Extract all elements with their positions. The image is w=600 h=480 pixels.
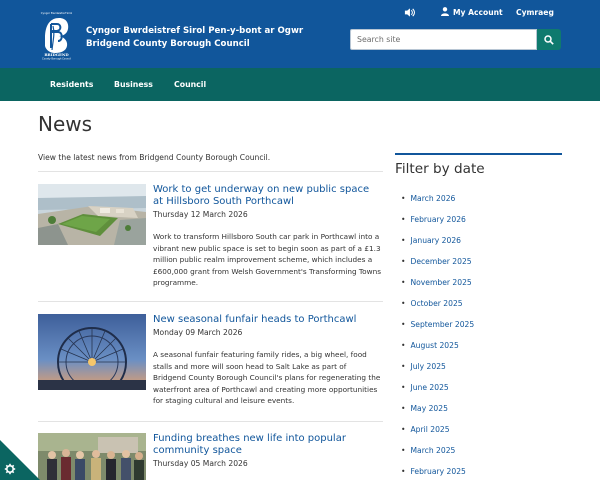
divider <box>38 301 383 302</box>
site-header: Cyngor Bwrdeistref Sirol BRIDGEND County… <box>0 0 600 68</box>
date-filter-item: August 2025 <box>401 335 474 356</box>
date-filter-link[interactable]: February 2025 <box>410 467 465 476</box>
date-filter-link[interactable]: January 2026 <box>410 236 461 245</box>
news-summary: A seasonal funfair featuring family ride… <box>153 350 381 405</box>
search-button[interactable] <box>537 29 561 50</box>
speaker-icon <box>404 8 415 17</box>
news-summary: Work to transform Hillsboro South car pa… <box>153 232 382 287</box>
date-filter-item: November 2025 <box>401 272 474 293</box>
main-navigation: Residents Business Council <box>0 68 600 101</box>
divider <box>38 171 383 172</box>
my-account-link[interactable]: My Account <box>441 7 503 19</box>
date-filter-item: April 2025 <box>401 419 474 440</box>
date-filter-item: October 2025 <box>401 293 474 314</box>
search-icon <box>544 34 554 45</box>
nav-business[interactable]: Business <box>114 68 153 101</box>
my-account-label: My Account <box>453 8 503 17</box>
date-filter-link[interactable]: November 2025 <box>410 278 471 287</box>
council-name-welsh: Cyngor Bwrdeistref Sirol Pen-y-bont ar O… <box>86 26 304 36</box>
date-filter-link[interactable]: September 2025 <box>410 320 474 329</box>
news-title-link[interactable]: New seasonal funfair heads to Porthcawl <box>153 314 378 326</box>
date-filter-link[interactable]: August 2025 <box>410 341 458 350</box>
news-image-funfair[interactable] <box>38 314 146 390</box>
date-filter-link[interactable]: March 2026 <box>410 194 455 203</box>
date-filter-item: September 2025 <box>401 314 474 335</box>
news-title-link[interactable]: Work to get underway on new public space… <box>153 184 378 208</box>
news-date: Thursday 05 March 2026 <box>153 459 248 468</box>
date-filter-item: May 2025 <box>401 398 474 419</box>
date-filter-item: July 2025 <box>401 356 474 377</box>
date-filter-item: December 2025 <box>401 251 474 272</box>
date-filter-link[interactable]: July 2025 <box>410 362 445 371</box>
news-date: Thursday 12 March 2026 <box>153 210 248 219</box>
council-logo[interactable]: Cyngor Bwrdeistref Sirol BRIDGEND County… <box>39 10 74 60</box>
date-filter-item: January 2026 <box>401 230 474 251</box>
svg-text:County Borough Council: County Borough Council <box>42 58 71 61</box>
language-toggle[interactable]: Cymraeg <box>516 7 554 19</box>
news-image-hillsboro[interactable] <box>38 184 146 245</box>
date-filter-list: March 2026 February 2026 January 2026 De… <box>401 188 474 480</box>
council-name: Cyngor Bwrdeistref Sirol Pen-y-bont ar O… <box>86 25 303 51</box>
date-filter-link[interactable]: April 2025 <box>410 425 449 434</box>
divider <box>38 421 383 422</box>
sidebar-divider <box>395 153 562 155</box>
date-filter-link[interactable]: June 2025 <box>410 383 448 392</box>
council-name-english: Bridgend County Borough Council <box>86 39 250 49</box>
date-filter-item: February 2025 <box>401 461 474 480</box>
svg-text:BRIDGEND: BRIDGEND <box>44 52 69 57</box>
search-input[interactable] <box>350 29 537 50</box>
date-filter-item: June 2025 <box>401 377 474 398</box>
date-filter-item: March 2026 <box>401 188 474 209</box>
date-filter-link[interactable]: December 2025 <box>410 257 471 266</box>
news-date: Monday 09 March 2026 <box>153 328 243 337</box>
date-filter-item: February 2026 <box>401 209 474 230</box>
nav-council[interactable]: Council <box>174 68 206 101</box>
news-title-link[interactable]: Funding breathes new life into popular c… <box>153 433 378 457</box>
date-filter-item: March 2025 <box>401 440 474 461</box>
svg-text:Cyngor Bwrdeistref Sirol: Cyngor Bwrdeistref Sirol <box>41 11 73 15</box>
page-title: News <box>38 112 93 136</box>
date-filter-link[interactable]: March 2025 <box>410 446 455 455</box>
person-icon <box>441 7 449 16</box>
date-filter-link[interactable]: May 2025 <box>410 404 447 413</box>
read-aloud-button[interactable] <box>404 7 416 19</box>
date-filter-link[interactable]: February 2026 <box>410 215 465 224</box>
cookie-settings-button[interactable] <box>0 440 40 480</box>
date-filter-link[interactable]: October 2025 <box>410 299 462 308</box>
intro-text: View the latest news from Bridgend Count… <box>38 153 271 162</box>
nav-residents[interactable]: Residents <box>50 68 93 101</box>
filter-heading: Filter by date <box>395 161 485 177</box>
news-image-community[interactable] <box>38 433 146 480</box>
